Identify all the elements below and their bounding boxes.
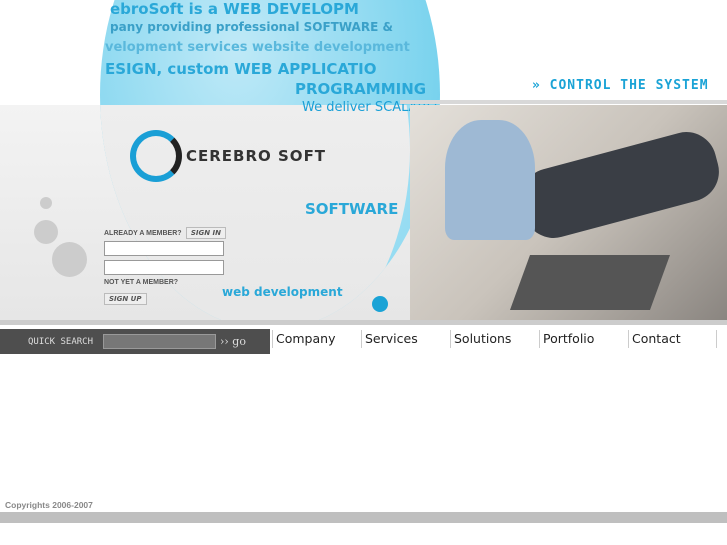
tagline: » CONTROL THE SYSTEM (532, 78, 709, 93)
search-label: QUICK SEARCH (28, 336, 94, 347)
nav-company[interactable]: Company (272, 330, 361, 348)
divider (0, 320, 727, 325)
search-input[interactable] (103, 334, 216, 349)
banner-text: pany providing professional SOFTWARE & (110, 20, 393, 34)
username-input[interactable] (104, 241, 224, 256)
main-nav: Company Services Solutions Portfolio Con… (272, 329, 717, 349)
footer-bar (0, 512, 727, 523)
copyright: Copyrights 2006-2007 (5, 500, 93, 510)
banner-text: PROGRAMMING (295, 80, 427, 98)
decorative-circle (52, 242, 87, 277)
member-label: ALREADY A MEMBER? (104, 229, 182, 237)
go-button[interactable]: ›› go (220, 335, 246, 348)
nav-portfolio[interactable]: Portfolio (539, 330, 628, 348)
sign-up-button[interactable]: SIGN UP (104, 293, 147, 305)
decorative-circle (34, 220, 58, 244)
quick-search: QUICK SEARCH ›› go (0, 329, 270, 354)
banner-text: ebroSoft is a WEB DEVELOPM (110, 0, 359, 18)
banner-text: web development (222, 285, 343, 299)
banner-text: SOFTWARE (305, 200, 399, 218)
nav-contact[interactable]: Contact (628, 330, 717, 348)
password-input[interactable] (104, 260, 224, 275)
decorative-circle (40, 197, 52, 209)
hero-photo-detail (445, 120, 535, 240)
nav-services[interactable]: Services (361, 330, 450, 348)
divider (400, 100, 727, 104)
decorative-circle (372, 296, 388, 312)
logo[interactable]: CEREBRO SOFT (130, 130, 326, 182)
banner-text: ESIGN, custom WEB APPLICATIO (105, 60, 377, 78)
logo-icon (130, 130, 182, 182)
hero-photo-detail (509, 255, 671, 310)
nav-solutions[interactable]: Solutions (450, 330, 539, 348)
logo-text: CEREBRO SOFT (186, 147, 327, 165)
sign-in-button[interactable]: SIGN IN (185, 227, 226, 239)
header-banner: ebroSoft is a WEB DEVELOPM pany providin… (0, 0, 727, 325)
not-member-label: NOT YET A MEMBER? (104, 279, 179, 286)
login-form: ALREADY A MEMBER? SIGN IN NOT YET A MEMB… (104, 227, 226, 305)
banner-text: velopment services website development (105, 40, 410, 55)
